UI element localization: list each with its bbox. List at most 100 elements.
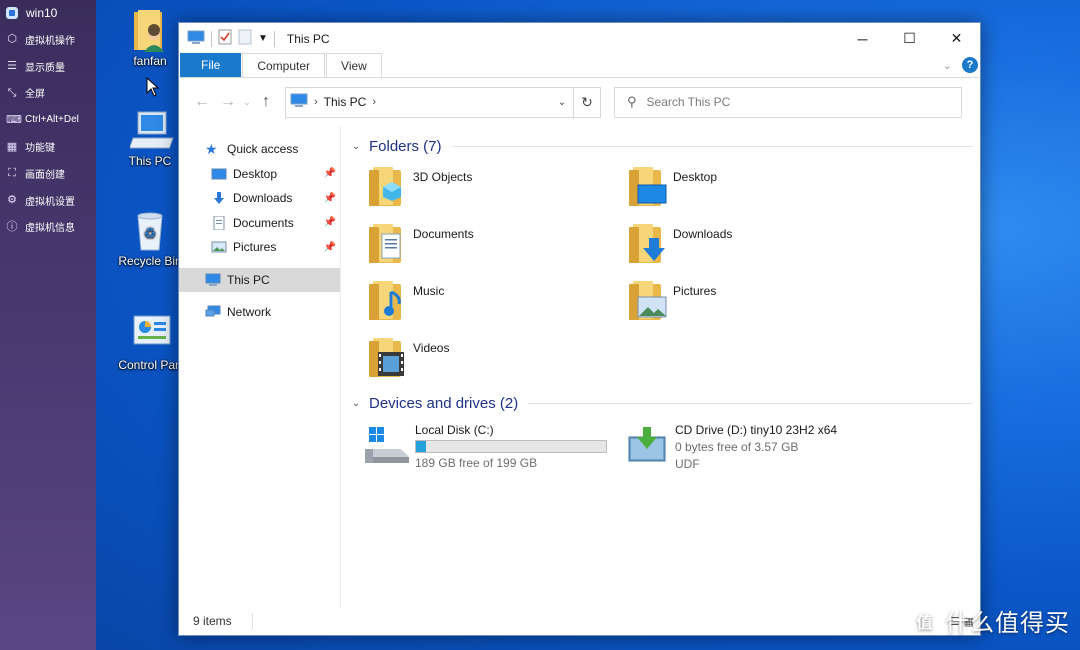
cd-drive-icon [621,423,673,469]
function-keys-icon: ▦ [6,140,18,153]
tab-file[interactable]: File [180,53,242,77]
drive-info: CD Drive (D:) tiny10 23H2 x64 0 bytes fr… [675,423,837,471]
drives-header-label: Devices and drives (2) [369,394,519,412]
title-bar[interactable]: ▼ This PC ─ ☐ ✕ [179,23,980,54]
desktop-icon-label: fanfan [133,54,167,68]
folder-documents[interactable]: Documents [367,223,627,271]
search-input[interactable]: ⚲ Search This PC [614,86,962,118]
watermark: 值 什么值得买 [911,603,1070,638]
drive-name: Local Disk (C:) [415,423,494,437]
star-icon: ★ [205,141,218,158]
folder-music[interactable]: Music [367,280,627,328]
vm-menu-label: 功能键 [25,143,55,155]
forward-arrow-icon[interactable]: → [215,93,241,111]
drive-cd-d[interactable]: CD Drive (D:) tiny10 23H2 x64 0 bytes fr… [621,423,921,471]
vm-ops-icon: ⬡ [7,33,17,46]
chevron-down-icon[interactable]: ⌄ [943,59,952,72]
disk-usage-fill [416,441,426,452]
chevron-down-icon[interactable]: ⌄ [349,398,363,409]
document-icon [211,215,227,231]
keyboard-combo-icon: ⌨ [6,113,22,126]
nav-label: Pictures [233,240,277,255]
address-bar[interactable]: › This PC › ⌄ [285,86,574,118]
svg-text:♻: ♻ [144,225,157,241]
desktop-icon-label: Recycle Bin [118,254,182,268]
pin-icon: 📌 [323,217,336,229]
tab-computer[interactable]: Computer [242,53,326,77]
computer-icon [187,30,205,48]
search-placeholder: Search This PC [646,95,731,109]
back-arrow-icon[interactable]: ← [189,93,215,111]
help-button[interactable]: ? [962,57,978,73]
nav-label: Downloads [233,191,293,206]
navigation-pane: ★ Quick access Desktop 📌 Downloads 📌 Doc… [179,126,341,609]
disk-usage-bar [415,440,607,453]
recycle-bin-icon: ♻ [130,208,170,251]
folder-label: Pictures [673,284,717,298]
download-icon [211,191,227,205]
pin-icon: 📌 [323,241,336,253]
nav-this-pc[interactable]: This PC [179,267,340,292]
folder-desktop[interactable]: Desktop [627,166,887,214]
window-title: This PC [286,31,330,46]
vm-menu-ctrl-alt-del[interactable]: ⌨ Ctrl+Alt+Del [0,106,96,133]
maximize-button[interactable]: ☐ [886,23,933,54]
desktop-icon-this-pc[interactable]: This PC [114,108,186,168]
vm-menu-label: 虚拟机信息 [25,223,75,235]
folders-header-label: Folders (7) [369,137,442,155]
pin-icon: 📌 [323,192,336,204]
minimize-button[interactable]: ─ [839,23,886,54]
nav-documents[interactable]: Documents 📌 [179,211,340,236]
vm-menu-label: 虚拟机设置 [25,196,75,208]
drives-group-header[interactable]: ⌄ Devices and drives (2) [349,391,981,415]
drive-local-c[interactable]: Local Disk (C:) 189 GB free of 199 GB [361,423,621,471]
folder-3d-objects[interactable]: 3D Objects [367,166,627,214]
refresh-button[interactable]: ↻ [574,86,601,118]
nav-network[interactable]: Network [179,300,340,325]
hard-drive-icon [361,423,413,469]
folder-downloads[interactable]: Downloads [627,223,887,271]
vm-menu-info[interactable]: ⓘ 虚拟机信息 [0,214,96,241]
documents-folder-icon [367,223,409,267]
nav-downloads[interactable]: Downloads 📌 [179,186,340,211]
desktop-icon-control-panel[interactable]: Control Pan [114,312,186,372]
desktop-icon-user[interactable]: fanfan [114,8,186,68]
up-arrow-icon[interactable]: ↑ [253,93,279,111]
content-pane: ⌄ Folders (7) 3D Objects Desktop Documen… [341,126,981,609]
desktop-icon-recycle-bin[interactable]: ♻ Recycle Bin [114,208,186,268]
properties-icon[interactable] [218,29,232,48]
pictures-folder-icon [627,280,669,324]
refresh-icon: ↻ [581,93,593,110]
vm-menu-function-keys[interactable]: ▦ 功能键 [0,133,96,160]
nav-quick-access[interactable]: ★ Quick access [179,137,340,162]
new-folder-icon[interactable] [238,29,252,48]
nav-pictures[interactable]: Pictures 📌 [179,235,340,260]
close-button[interactable]: ✕ [933,23,980,54]
nav-label: Network [227,305,272,320]
address-dropdown-icon[interactable]: ⌄ [551,97,573,108]
folder-label: Downloads [673,227,733,241]
desktop-icon-label: Control Pan [118,358,182,372]
vm-menu-screen-create[interactable]: ⛶ 画面创建 [0,160,96,187]
folders-group-header[interactable]: ⌄ Folders (7) [349,134,981,158]
vm-menu-settings[interactable]: ⚙ 虚拟机设置 [0,187,96,214]
drives-grid: Local Disk (C:) 189 GB free of 199 GB CD… [349,423,981,471]
chevron-right-icon[interactable]: › [372,96,376,108]
chevron-right-icon[interactable]: › [314,96,318,108]
customize-qa-dropdown-icon[interactable]: ▼ [258,33,268,44]
vm-menu-fullscreen[interactable]: ⤡ 全屏 [0,80,96,107]
folder-pictures[interactable]: Pictures [627,280,887,328]
address-path[interactable]: This PC [324,95,367,109]
vm-menu-ops[interactable]: ⬡ 虚拟机操作 [0,26,96,53]
vm-menu-display-quality[interactable]: ☰ 显示质量 [0,53,96,80]
search-icon: ⚲ [627,94,637,109]
vm-menu-label: 画面创建 [25,169,65,181]
folder-videos[interactable]: Videos [367,337,627,385]
dropdown-recent-icon[interactable]: ⌄ [241,97,253,108]
tab-view[interactable]: View [326,53,382,77]
nav-desktop[interactable]: Desktop 📌 [179,162,340,187]
folder-label: Videos [413,341,450,355]
divider [273,30,275,47]
chevron-down-icon[interactable]: ⌄ [349,141,363,152]
network-icon [205,305,221,319]
